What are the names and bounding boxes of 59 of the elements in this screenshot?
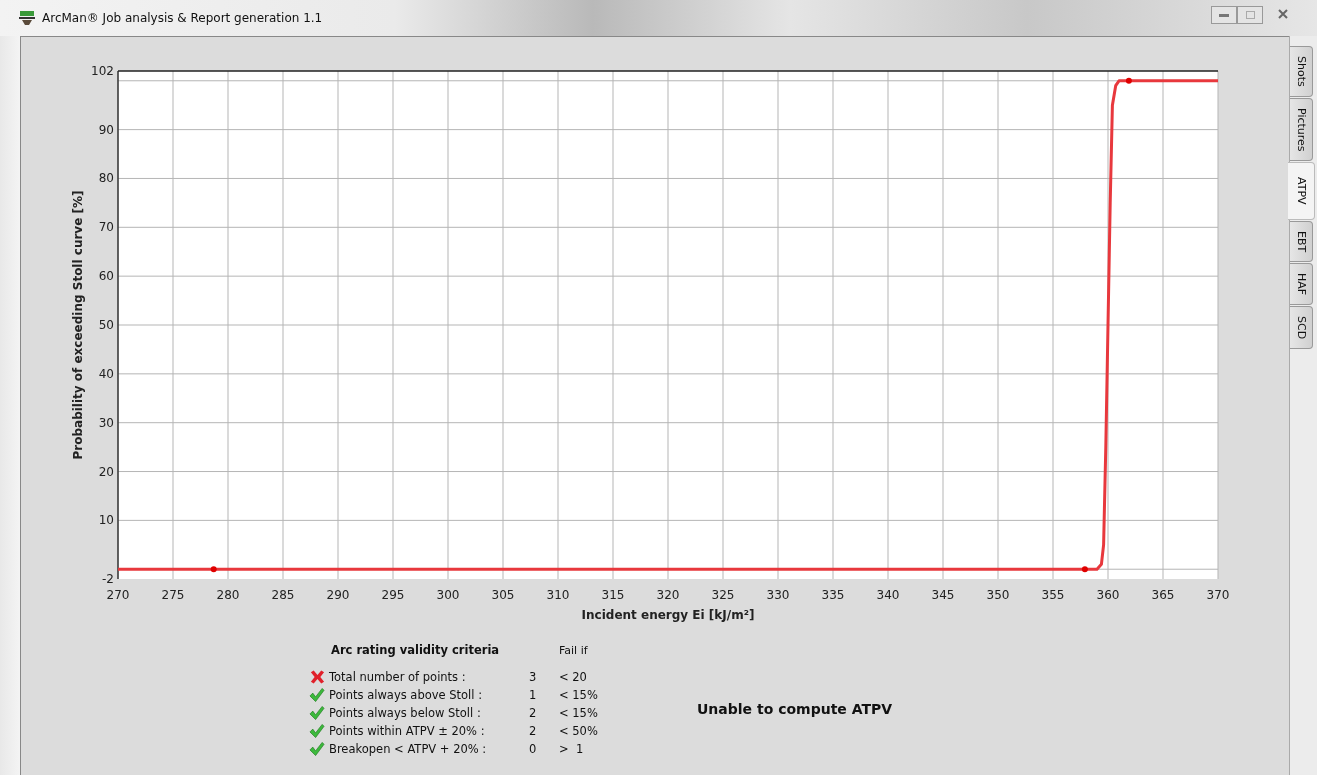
x-tick-label: 360 [1096,588,1120,602]
y-tick-label: 80 [98,171,114,186]
y-tick-label: 20 [98,464,114,479]
x-tick-label: 365 [1151,588,1175,602]
tab[interactable]: EBT [1290,220,1313,263]
criterion-label: Points within ATPV ± 20% : [329,724,486,738]
criterion-threshold: < 50% [559,724,599,738]
x-tick-label: 300 [436,588,460,602]
criterion-label: Points always above Stoll : [329,688,484,702]
y-tick-label: 60 [98,269,114,284]
x-tick-label: 355 [1041,588,1065,602]
x-tick-label: 345 [931,588,955,602]
criterion-threshold: < 15% [559,688,599,702]
x-tick-label: 285 [271,588,295,602]
criterion-value: 2 [529,724,538,738]
x-tick-label: 270 [106,588,130,602]
criterion-threshold: < 20 [559,670,588,684]
x-tick-label: 315 [601,588,625,602]
tab[interactable]: ATPV [1288,162,1315,220]
criterion-label: Breakopen < ATPV + 20% : [329,742,488,756]
x-tick-label: 350 [986,588,1010,602]
criterion-value: 0 [529,742,538,756]
criterion-value: 2 [529,706,538,720]
window-title: ArcMan® Job analysis & Report generation 1.1 [42,11,323,25]
y-axis-title: Probability of exceeding Stoll curve [%] [71,190,85,460]
criterion-label: Points always below Stoll : [329,706,482,720]
x-axis-title: Incident energy Ei [kJ/m²] [581,608,755,622]
tab[interactable]: Pictures [1290,97,1313,162]
y-tick-label: 50 [98,318,114,332]
tab[interactable]: HAF [1290,263,1313,306]
y-tick-label: 102 [91,64,114,78]
y-tick-label: 40 [98,366,114,381]
x-tick-label: 335 [821,588,845,602]
x-tick-label: 275 [161,588,185,602]
y-tick-label: -2 [102,572,114,586]
criterion-value: 3 [529,670,538,684]
criteria-heading: Arc rating validity criteria [330,643,501,659]
x-tick-label: 370 [1206,588,1230,602]
criterion-label: Total number of points : [329,670,467,684]
x-tick-label: 280 [216,588,240,602]
x-tick-label: 325 [711,588,735,602]
criterion-value: 1 [529,688,538,702]
x-tick-label: 340 [876,588,900,602]
y-tick-label: 70 [98,220,114,235]
tab[interactable]: SCD [1290,306,1313,350]
result-message: Unable to compute ATPV [697,701,893,717]
criterion-threshold: > 1 [559,742,585,756]
x-tick-label: 320 [656,588,680,602]
tab[interactable]: Shots [1290,46,1313,97]
x-tick-label: 305 [491,588,515,602]
x-tick-label: 295 [381,588,405,602]
column-heading: Fail if [559,643,589,659]
x-tick-label: 330 [766,588,790,602]
x-tick-label: 310 [546,588,570,602]
criterion-threshold: < 15% [559,706,599,720]
y-tick-label: 10 [98,513,114,528]
x-tick-label: 290 [326,588,350,602]
y-tick-label: 90 [98,122,114,137]
y-tick-label: 30 [98,415,114,430]
